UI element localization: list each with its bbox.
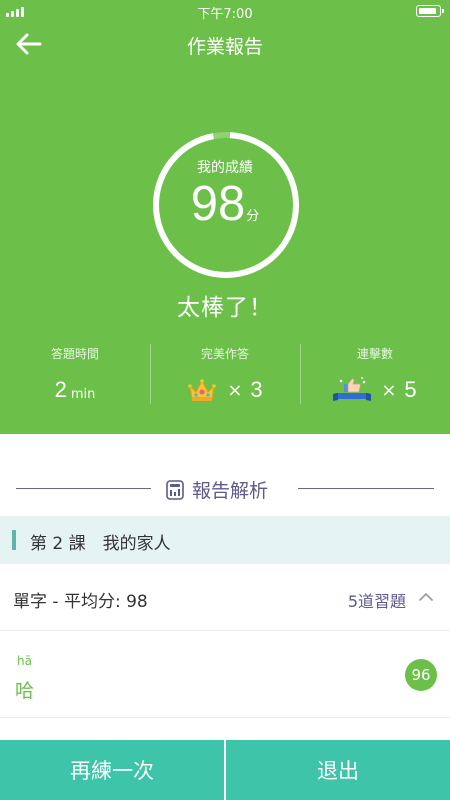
report-section-header: 報告解析 bbox=[0, 474, 450, 504]
score-header: 下午7:00 作業報告 我的成績 98分 太棒了！ 答題時間 2 min 完美作答 bbox=[0, 0, 450, 434]
chevron-up-icon bbox=[419, 593, 433, 601]
exit-button[interactable]: 退出 bbox=[226, 740, 450, 800]
stat-value: 3 bbox=[250, 377, 263, 402]
stat-combo-count: 連擊數 × 5 bbox=[300, 344, 450, 408]
times-sign: × bbox=[227, 379, 243, 401]
divider-line bbox=[298, 488, 434, 489]
lesson-header: 第 2 課 我的家人 bbox=[0, 516, 450, 564]
combo-thumbs-up-icon bbox=[333, 377, 372, 401]
status-bar: 下午7:00 bbox=[0, 0, 450, 22]
lesson-marker bbox=[12, 530, 16, 550]
vocab-title: 單字 - 平均分: 98 bbox=[13, 592, 148, 612]
score-label: 我的成績 bbox=[197, 160, 253, 176]
exercise-count: 5道習題 bbox=[347, 592, 406, 611]
score-unit: 分 bbox=[246, 209, 260, 224]
stat-label: 連擊數 bbox=[356, 347, 393, 361]
praise-text: 太棒了！ bbox=[177, 295, 273, 321]
lesson-title: 第 2 課 我的家人 bbox=[30, 534, 171, 554]
stat-value: 5 bbox=[404, 377, 417, 402]
divider-line bbox=[16, 488, 151, 489]
battery-icon bbox=[416, 5, 444, 17]
word-pinyin: hā bbox=[17, 654, 32, 668]
bottom-action-bar: 再練一次 退出 bbox=[0, 740, 450, 800]
stat-label: 答題時間 bbox=[50, 347, 99, 361]
word-item[interactable]: hā 哈 96 bbox=[0, 632, 450, 718]
crown-icon bbox=[188, 379, 217, 401]
score-value: 98 bbox=[190, 177, 246, 231]
word-score-badge: 96 bbox=[405, 659, 437, 691]
times-sign: × bbox=[381, 379, 397, 401]
stat-value: 2 bbox=[54, 377, 67, 402]
score-display: 98分 bbox=[0, 176, 450, 232]
vocab-section-toggle[interactable]: 單字 - 平均分: 98 5道習題 bbox=[0, 565, 450, 631]
report-chart-icon bbox=[166, 479, 184, 500]
stat-perfect-answers: 完美作答 × 3 bbox=[150, 344, 300, 408]
stat-label: 完美作答 bbox=[200, 347, 249, 361]
word-hanzi: 哈 bbox=[15, 680, 35, 702]
stat-answer-time: 答題時間 2 min bbox=[0, 344, 150, 408]
page-title: 作業報告 bbox=[186, 36, 263, 58]
stats-row: 答題時間 2 min 完美作答 × 3 連擊數 × 5 bbox=[0, 344, 450, 408]
report-title: 報告解析 bbox=[192, 480, 269, 502]
stat-unit: min bbox=[70, 387, 96, 402]
retry-button[interactable]: 再練一次 bbox=[0, 740, 224, 800]
status-time: 下午7:00 bbox=[197, 7, 253, 22]
